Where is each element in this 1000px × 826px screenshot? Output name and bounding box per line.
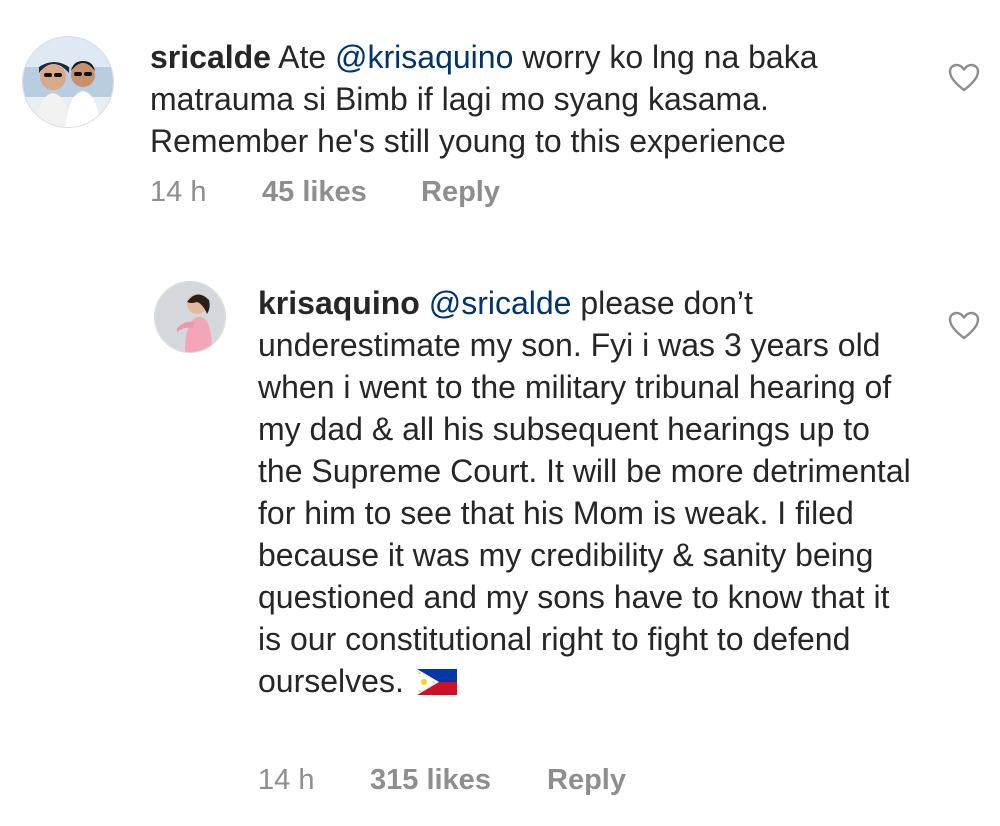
woman-pink-dress-avatar-icon [155, 282, 225, 352]
comment-time[interactable]: 14 h [258, 764, 314, 797]
comment-username[interactable]: sricalde [150, 39, 271, 75]
comment-meta: 14 h 315 likes Reply [258, 764, 858, 800]
like-heart-icon[interactable] [948, 311, 980, 341]
avatar[interactable] [154, 281, 226, 353]
comment-text: krisaquino @sricalde please don’t undere… [258, 282, 918, 702]
comment-meta: 14 h 45 likes Reply [150, 176, 750, 212]
comment-text-lead: Ate [270, 39, 336, 75]
philippines-flag-icon [416, 669, 457, 695]
comment-mention[interactable]: @krisaquino [335, 39, 513, 75]
comment-text-body: please don’t underestimate my son. Fyi i… [258, 285, 911, 699]
couple-photo-avatar-icon [23, 37, 113, 127]
comment-time[interactable]: 14 h [150, 176, 206, 209]
comment-likes[interactable]: 315 likes [370, 764, 491, 797]
reply-button[interactable]: Reply [421, 176, 500, 209]
comment-username[interactable]: krisaquino [258, 285, 420, 321]
comment-sricalde: sricalde Ate @krisaquino worry ko lng na… [0, 0, 1000, 230]
comment-text: sricalde Ate @krisaquino worry ko lng na… [150, 36, 910, 162]
comment-krisaquino: krisaquino @sricalde please don’t undere… [0, 230, 1000, 826]
like-heart-icon[interactable] [948, 63, 980, 93]
avatar[interactable] [22, 36, 114, 128]
reply-button[interactable]: Reply [547, 764, 626, 797]
comment-likes[interactable]: 45 likes [262, 176, 367, 209]
comment-mention[interactable]: @sricalde [429, 285, 572, 321]
